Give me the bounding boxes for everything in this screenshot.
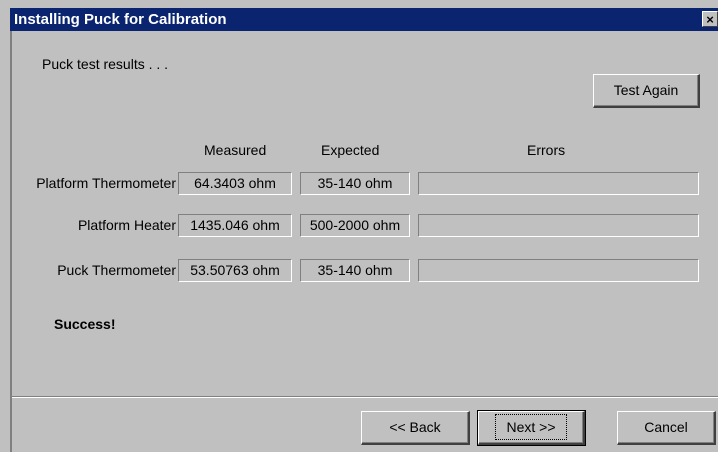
title-bar: Installing Puck for Calibration × <box>10 8 718 31</box>
window-border <box>10 31 12 452</box>
cancel-button[interactable]: Cancel <box>617 411 716 445</box>
next-button-label: Next >> <box>495 414 567 440</box>
intro-text: Puck test results . . . <box>42 56 169 72</box>
status-message: Success! <box>54 316 116 332</box>
test-again-button[interactable]: Test Again <box>593 74 700 108</box>
errors-field-platform-thermometer <box>418 172 699 195</box>
row-label-platform-heater: Platform Heater <box>77 217 176 233</box>
next-button[interactable]: Next >> <box>477 410 586 446</box>
column-header-expected: Expected <box>321 142 380 158</box>
row-label-puck-thermometer: Puck Thermometer <box>57 262 176 278</box>
measured-field-platform-thermometer: 64.3403 ohm <box>178 172 292 195</box>
column-header-errors: Errors <box>527 142 566 158</box>
expected-field-platform-thermometer: 35-140 ohm <box>300 172 410 195</box>
expected-field-puck-thermometer: 35-140 ohm <box>300 259 410 282</box>
close-icon[interactable]: × <box>702 11 718 27</box>
window-title: Installing Puck for Calibration <box>14 11 227 28</box>
measured-field-platform-heater: 1435.046 ohm <box>178 214 292 237</box>
errors-field-platform-heater <box>418 214 699 237</box>
row-label-platform-thermometer: Platform Thermometer <box>36 175 176 191</box>
back-button[interactable]: << Back <box>361 411 470 445</box>
calibration-dialog: Installing Puck for Calibration × Puck t… <box>0 0 718 452</box>
expected-field-platform-heater: 500-2000 ohm <box>300 214 410 237</box>
column-header-measured: Measured <box>204 142 267 158</box>
errors-field-puck-thermometer <box>418 259 699 282</box>
measured-field-puck-thermometer: 53.50763 ohm <box>178 259 292 282</box>
button-separator <box>12 396 718 398</box>
